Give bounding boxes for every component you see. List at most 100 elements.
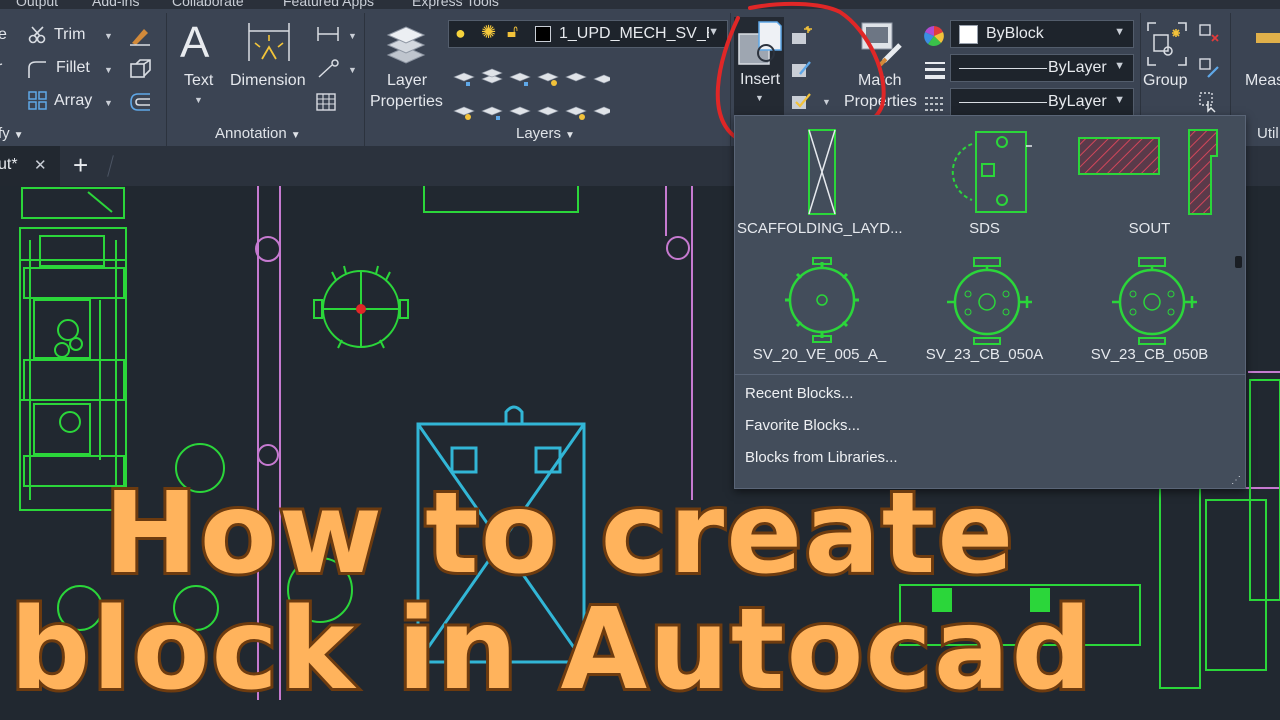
close-icon[interactable]: ✕: [34, 156, 47, 174]
panel-divider: [364, 13, 365, 153]
dimension-tool-label[interactable]: Dimension: [230, 72, 306, 90]
trim-label[interactable]: Trim: [54, 26, 85, 44]
menu-tab-express-tools[interactable]: Express Tools: [412, 0, 499, 9]
layer-properties-label-line2[interactable]: Properties: [370, 93, 443, 111]
match-properties-icon[interactable]: [858, 21, 904, 67]
block-name: SV_23_CB_050A: [925, 346, 1044, 363]
measure-icon[interactable]: [1256, 33, 1280, 43]
layer-color-swatch: [535, 26, 551, 42]
favorite-blocks-link[interactable]: Favorite Blocks...: [745, 417, 860, 434]
table-icon[interactable]: [316, 93, 336, 111]
panel-divider: [166, 13, 167, 153]
layer-properties-label-line1[interactable]: Layer: [387, 72, 427, 90]
block-sv-20-ve-005-a[interactable]: SV_20_VE_005_A_: [737, 248, 902, 373]
fillet-label[interactable]: Fillet: [56, 59, 90, 77]
color-swatch: [959, 25, 978, 44]
chevron-down-icon: ▼: [1114, 26, 1125, 38]
layer-properties-icon[interactable]: [384, 21, 428, 67]
modify-panel-title-text: fy: [0, 125, 10, 142]
text-dropdown-icon[interactable]: ▼: [194, 95, 203, 105]
sds-block-preview: [951, 131, 1032, 213]
match-properties-label-line2[interactable]: Properties: [844, 93, 917, 111]
file-tab-layout[interactable]: ut* ✕: [0, 146, 60, 186]
linear-dimension-icon[interactable]: [316, 25, 340, 43]
block-name: SOUT: [1128, 220, 1171, 237]
text-tool-icon[interactable]: A: [180, 21, 209, 65]
block-sds[interactable]: SDS: [902, 120, 1067, 245]
blocks-from-libraries-link[interactable]: Blocks from Libraries...: [745, 449, 898, 466]
linetype-dropdown[interactable]: ByLayer ▼: [950, 88, 1134, 116]
menu-tab-output[interactable]: Output: [16, 0, 58, 9]
group-selection-icon[interactable]: [1198, 91, 1220, 113]
lineweight-icon: [925, 62, 945, 79]
array-icon[interactable]: [28, 91, 48, 111]
annotation-panel-title-text: Annotation: [215, 125, 287, 142]
leader-dropdown-icon[interactable]: ▼: [348, 65, 357, 75]
chevron-down-icon: ▼: [290, 130, 301, 141]
create-block-icon[interactable]: [790, 25, 812, 47]
menu-tab-featured-apps[interactable]: Featured Apps: [283, 0, 374, 9]
pump-center-marker: [356, 304, 366, 314]
gallery-scrollbar-thumb[interactable]: [1235, 256, 1242, 268]
new-tab-icon[interactable]: +: [73, 150, 88, 181]
insert-label[interactable]: Insert: [740, 71, 780, 89]
fillet-icon[interactable]: [26, 58, 48, 80]
panel-divider: [730, 13, 731, 153]
gallery-divider: [735, 374, 1245, 375]
block-sout[interactable]: SOUT: [1067, 120, 1232, 245]
color-wheel-icon[interactable]: [923, 25, 945, 47]
text-tool-label[interactable]: Text: [184, 72, 213, 90]
lineweight-dropdown[interactable]: ByLayer ▼: [950, 54, 1134, 82]
group-label[interactable]: Group: [1143, 72, 1187, 90]
group-icon[interactable]: [1146, 21, 1188, 67]
block-sv-23-cb-050a[interactable]: SV_23_CB_050A: [902, 248, 1067, 373]
copy-label-fragment: r: [0, 59, 2, 77]
block-sv-23-cb-050b[interactable]: SV_23_CB_050B: [1067, 248, 1232, 373]
ungroup-icon[interactable]: [1198, 23, 1220, 45]
recent-blocks-link[interactable]: Recent Blocks...: [745, 385, 853, 402]
overlay-title-line1: How to create: [101, 469, 1016, 599]
edit-attributes-icon[interactable]: [790, 90, 812, 112]
block-name: SV_23_CB_050B: [1090, 346, 1209, 363]
block-name: SV_20_VE_005_A_: [752, 346, 887, 363]
leader-icon[interactable]: [316, 59, 340, 79]
group-edit-icon[interactable]: [1198, 57, 1220, 79]
linear-dimension-dropdown-icon[interactable]: ▼: [348, 31, 357, 41]
offset-icon[interactable]: [128, 91, 152, 113]
layer-tools-icons[interactable]: [450, 65, 610, 125]
erase-icon[interactable]: [128, 23, 152, 47]
trim-dropdown-icon[interactable]: ▼: [104, 31, 113, 41]
tab-divider: [107, 155, 114, 177]
edit-block-icon[interactable]: [790, 58, 812, 80]
menu-tab-collaborate[interactable]: Collaborate: [172, 0, 244, 9]
utilities-panel-title[interactable]: Util: [1257, 125, 1279, 142]
modify-panel-title[interactable]: fy ▼: [0, 125, 24, 142]
current-layer-name: 1_UPD_MECH_SV_EQ: [559, 25, 709, 42]
sout-block-preview: [1078, 129, 1218, 215]
chevron-down-icon: ▼: [565, 130, 575, 141]
scale-icon[interactable]: [128, 57, 152, 81]
color-dropdown[interactable]: ByBlock ▼: [950, 20, 1134, 48]
resize-grip-icon[interactable]: ⋰: [1231, 475, 1241, 486]
insert-block-icon[interactable]: [737, 20, 783, 68]
color-value: ByBlock: [986, 25, 1044, 42]
overlay-title-line2: block in Autocad: [7, 585, 1095, 715]
chevron-down-icon: ▼: [1114, 60, 1125, 72]
layer-dropdown[interactable]: ● ✺ 🔓︎ 1_UPD_MECH_SV_EQ ▼: [448, 20, 728, 48]
scaffolding-block-preview: [808, 129, 836, 215]
block-tools-dropdown-icon[interactable]: ▼: [822, 97, 831, 107]
measure-label[interactable]: Meas: [1245, 72, 1280, 90]
array-dropdown-icon[interactable]: ▼: [104, 98, 113, 108]
layers-panel-title[interactable]: Layers ▼: [516, 125, 575, 142]
erase-label-fragment: e: [0, 26, 7, 43]
array-label[interactable]: Array: [54, 92, 92, 110]
insert-dropdown-icon[interactable]: ▼: [755, 93, 764, 103]
fillet-dropdown-icon[interactable]: ▼: [104, 65, 113, 75]
menu-tab-add-ins[interactable]: Add-ins: [92, 0, 139, 9]
insert-block-gallery: SCAFFOLDING_LAYD... SDS SOUT SV_20_VE_00…: [734, 115, 1246, 489]
match-properties-label-line1[interactable]: Match: [858, 72, 902, 90]
trim-icon[interactable]: [28, 25, 48, 45]
block-scaffolding-layd[interactable]: SCAFFOLDING_LAYD...: [737, 120, 903, 245]
dimension-tool-icon[interactable]: [246, 21, 292, 65]
annotation-panel-title[interactable]: Annotation ▼: [215, 125, 301, 142]
